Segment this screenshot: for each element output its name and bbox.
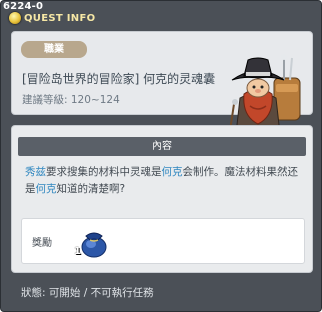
quest-header: 職業 [冒险岛世界的冒险家] 何克的灵魂囊 建議等級: 120~124 <box>11 31 313 145</box>
description-text: 要求搜集的材料中灵魂是 <box>46 166 162 178</box>
title-bar[interactable]: QUEST INFO <box>9 12 95 24</box>
lightbulb-icon <box>9 12 21 24</box>
content-panel: 內容 秀兹要求搜集的材料中灵魂是何克会制作。魔法材料果然还是何克知道的清楚啊? … <box>11 125 313 273</box>
category-tag: 職業 <box>21 41 87 58</box>
quest-info-window: 6224-0 QUEST INFO 職業 [冒险岛世界的冒险家] 何克的灵魂囊 … <box>0 0 322 312</box>
quest-title: [冒险岛世界的冒险家] 何克的灵魂囊 <box>22 72 216 86</box>
quest-id: 6224-0 <box>3 1 44 12</box>
reward-label: 獎勵 <box>32 238 52 249</box>
content-heading: 內容 <box>18 137 306 156</box>
npc-name-link: 何克 <box>35 183 57 195</box>
npc-name-link: 秀兹 <box>25 166 46 178</box>
quest-description: 秀兹要求搜集的材料中灵魂是何克会制作。魔法材料果然还是何克知道的清楚啊? <box>25 164 305 198</box>
window-title: QUEST INFO <box>24 12 96 24</box>
description-text: 知道的清楚啊? <box>56 183 126 195</box>
reward-item-slot[interactable]: 1 <box>74 222 112 260</box>
reward-section: 獎勵 1 <box>21 218 305 264</box>
reward-item-count: 1 <box>74 246 81 257</box>
recommended-level: 建議等級: 120~124 <box>22 94 120 106</box>
npc-name-link: 何克 <box>161 166 183 178</box>
quest-status: 狀態: 可開始 / 不可執行任務 <box>21 287 154 299</box>
